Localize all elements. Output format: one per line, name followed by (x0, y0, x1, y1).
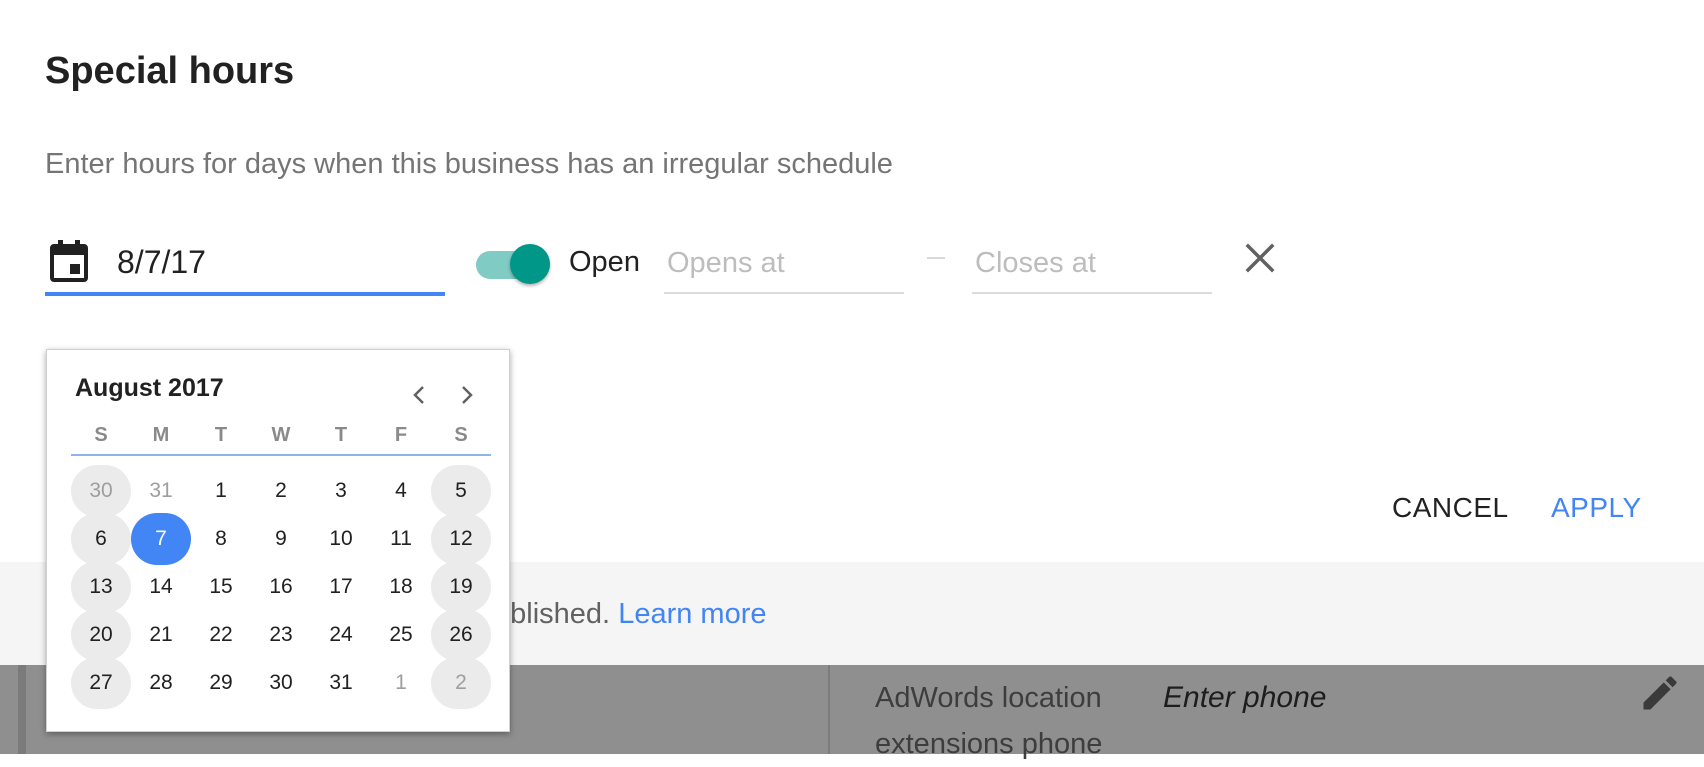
day-cell[interactable]: 18 (371, 561, 431, 613)
day-cell[interactable]: 30 (71, 465, 131, 517)
date-field[interactable]: 8/7/17 (45, 238, 445, 296)
day-cell[interactable]: 12 (431, 513, 491, 565)
closes-at-input[interactable] (972, 238, 1211, 288)
day-cell[interactable]: 24 (311, 609, 371, 661)
chevron-right-icon[interactable] (452, 380, 482, 410)
day-cell[interactable]: 6 (71, 513, 131, 565)
day-cell[interactable]: 1 (191, 465, 251, 517)
weekday-label: T (334, 424, 348, 446)
pencil-icon (1638, 671, 1682, 715)
day-cell[interactable]: 31 (131, 465, 191, 517)
day-cell[interactable]: 28 (131, 657, 191, 709)
dialog-title: Special hours (45, 50, 295, 92)
open-toggle[interactable] (476, 244, 550, 284)
calendar-icon[interactable] (50, 240, 88, 282)
day-cell[interactable]: 29 (191, 657, 251, 709)
day-cell[interactable]: 9 (251, 513, 311, 565)
month-label: August 2017 (75, 374, 224, 402)
chevron-left-icon[interactable] (404, 380, 434, 410)
date-value[interactable]: 8/7/17 (117, 244, 206, 281)
day-cell[interactable]: 22 (191, 609, 251, 661)
day-cell[interactable]: 4 (371, 465, 431, 517)
weekday-label: W (271, 424, 291, 446)
day-cell[interactable]: 16 (251, 561, 311, 613)
day-cell[interactable]: 17 (311, 561, 371, 613)
day-cell[interactable]: 20 (71, 609, 131, 661)
toggle-knob[interactable] (510, 244, 550, 284)
cancel-button[interactable]: CANCEL (1384, 488, 1517, 528)
weekday-label: S (94, 424, 108, 446)
weekday-header: SMTWTFS (71, 424, 491, 456)
day-cell[interactable]: 15 (191, 561, 251, 613)
day-cell[interactable]: 1 (371, 657, 431, 709)
day-cell[interactable]: 30 (251, 657, 311, 709)
background-phone-placeholder: Enter phone (1163, 681, 1327, 714)
day-cell[interactable]: 7 (131, 513, 191, 565)
opens-at-field[interactable] (664, 238, 904, 294)
day-cell[interactable]: 27 (71, 657, 131, 709)
weekday-label: M (152, 424, 170, 446)
day-cell[interactable]: 13 (71, 561, 131, 613)
date-picker: August 2017 SMTWTFS 30 31 1 2 3 4 5 6 7 8 9 10 11 12 1… (46, 349, 510, 732)
opens-at-input[interactable] (664, 238, 903, 288)
apply-button[interactable]: APPLY (1543, 488, 1650, 528)
day-cell[interactable]: 3 (311, 465, 371, 517)
day-cell[interactable]: 25 (371, 609, 431, 661)
background-divider (828, 665, 830, 754)
day-cell[interactable]: 5 (431, 465, 491, 517)
day-cell[interactable]: 14 (131, 561, 191, 613)
weekday-label: F (394, 424, 408, 446)
weekday-label: T (214, 424, 228, 446)
day-cell[interactable]: 2 (251, 465, 311, 517)
background-card-edge (18, 665, 26, 754)
day-cell[interactable]: 10 (311, 513, 371, 565)
day-cell[interactable]: 26 (431, 609, 491, 661)
day-cell[interactable]: 23 (251, 609, 311, 661)
open-label: Open (569, 246, 640, 278)
day-cell[interactable]: 21 (131, 609, 191, 661)
day-cell[interactable]: 11 (371, 513, 431, 565)
dialog-subtitle: Enter hours for days when this business … (45, 148, 893, 180)
time-range-dash (927, 257, 945, 259)
learn-more-link[interactable]: Learn more (618, 598, 766, 630)
day-cell[interactable]: 2 (431, 657, 491, 709)
day-cell[interactable]: 8 (191, 513, 251, 565)
background-field-label: AdWords location extensions phone (875, 682, 1103, 760)
day-cell[interactable]: 31 (311, 657, 371, 709)
closes-at-field[interactable] (972, 238, 1212, 294)
day-cell[interactable]: 19 (431, 561, 491, 613)
close-icon[interactable] (1240, 238, 1280, 278)
weekday-label: S (454, 424, 468, 446)
